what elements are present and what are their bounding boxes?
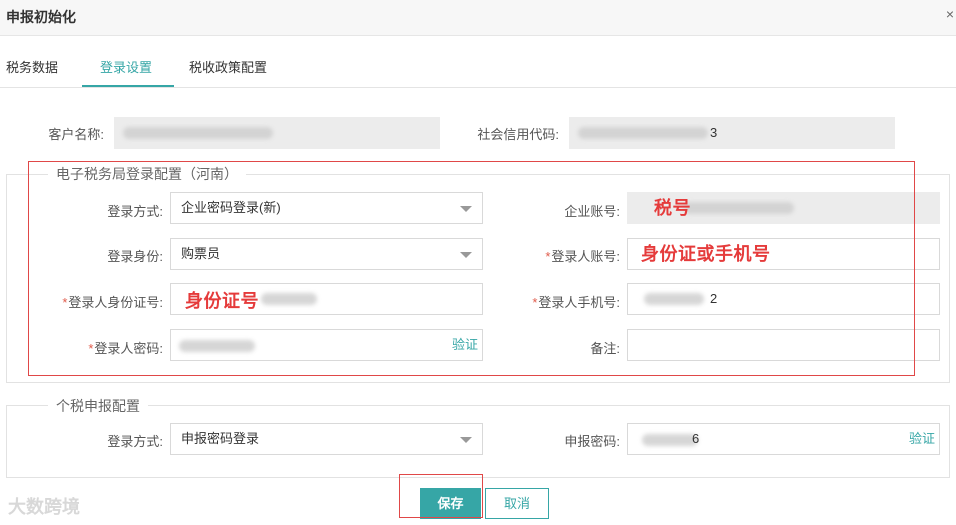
declare-password-label: 申报密码: [564,434,620,449]
annotation-save-box [399,474,483,518]
watermark: 大数跨境 [8,497,80,517]
tab-login-settings[interactable]: 登录设置 [100,57,152,76]
credit-code-label: 社会信用代码: [477,127,559,142]
annotation-id-card: 身份证号 [185,291,259,311]
customer-name-label: 客户名称: [48,127,104,142]
cancel-button[interactable]: 取消 [485,488,549,519]
iit-login-method-select[interactable]: 申报密码登录 [170,423,483,455]
chevron-down-icon [460,437,472,443]
redacted-text [642,434,698,446]
annotation-tax-number: 税号 [654,198,691,218]
declare-verify-link[interactable]: 验证 [909,424,935,454]
customer-name-field [114,117,440,149]
tab-bar: 税务数据 登录设置 税收政策配置 [0,36,956,88]
tab-tax-data[interactable]: 税务数据 [6,57,58,76]
redacted-text [578,127,708,139]
redacted-text [123,127,273,139]
dialog-title: 申报初始化 [6,9,76,25]
annotation-id-or-phone: 身份证或手机号 [641,244,771,264]
iit-login-method-label: 登录方式: [107,434,163,449]
active-tab-indicator [82,85,174,87]
iit-section-legend: 个税申报配置 [48,396,148,416]
dialog-titlebar: 申报初始化 × [0,0,956,36]
tab-tax-policy[interactable]: 税收政策配置 [189,57,267,76]
close-icon[interactable]: × [946,6,954,22]
declare-password-input[interactable]: 6 验证 [627,423,940,455]
credit-code-field: 3 [569,117,895,149]
annotation-box [28,161,915,376]
